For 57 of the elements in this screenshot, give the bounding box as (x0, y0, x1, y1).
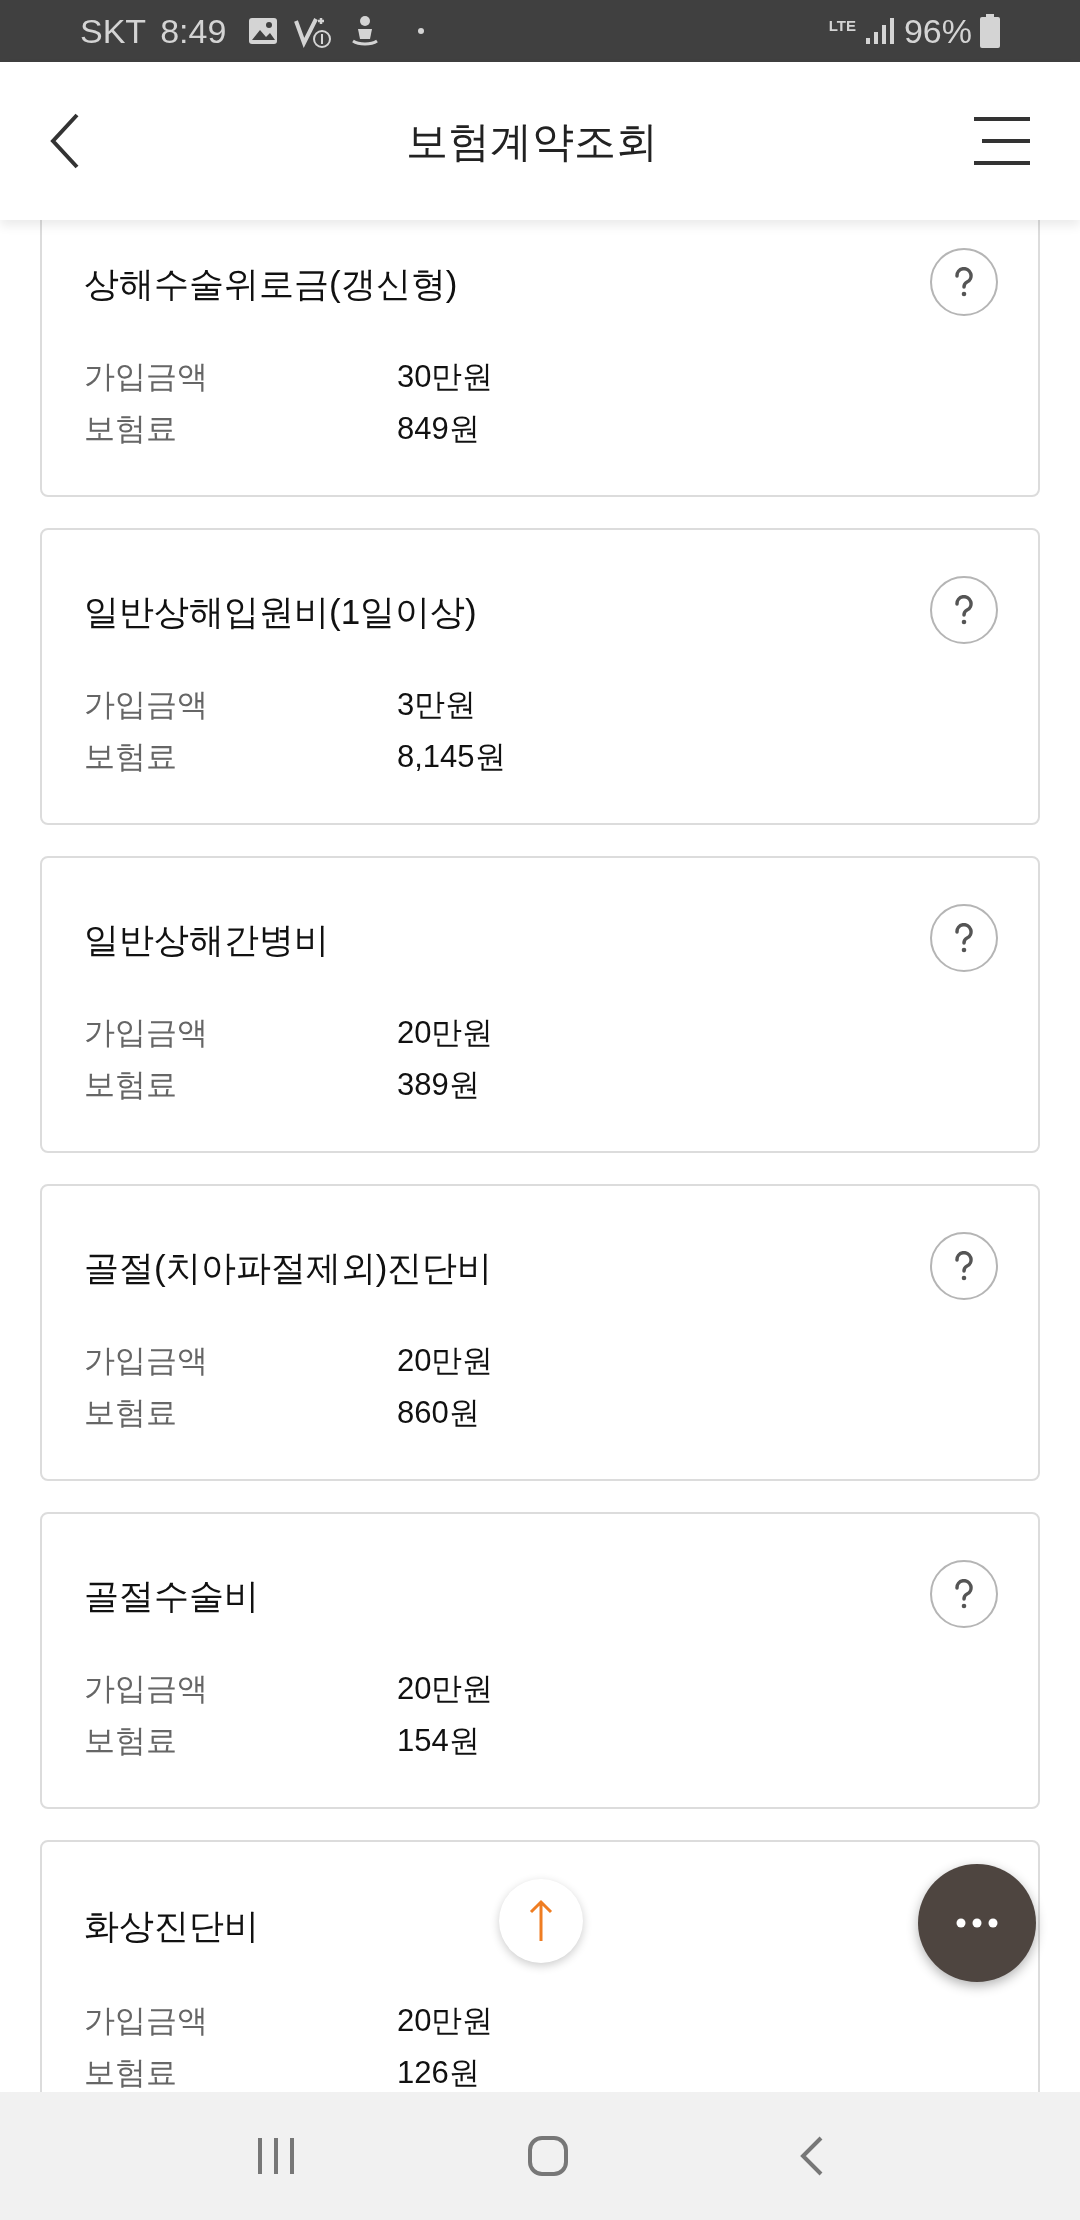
battery-icon (980, 14, 1000, 48)
up-arrow-icon (529, 1899, 553, 1943)
row-label: 보험료 (84, 1065, 178, 1104)
row-label: 가입금액 (84, 1669, 209, 1708)
page-title: 보험계약조회 (406, 116, 658, 167)
dot-icon (418, 28, 425, 34)
network-label: LTE (828, 17, 856, 33)
help-button[interactable] (930, 576, 998, 644)
coverage-title: 화상진단비 (84, 1905, 259, 1947)
more-icon (956, 1918, 998, 1928)
row-label: 보험료 (84, 1721, 178, 1760)
row-label: 보험료 (84, 1393, 178, 1432)
coverage-title: 상해수술위로금(갱신형) (84, 263, 458, 305)
coverage-title: 일반상해간병비 (84, 919, 329, 961)
question-icon (954, 1579, 974, 1609)
row-value: 3만원 (397, 685, 477, 724)
back-icon (50, 113, 80, 169)
row-value: 20만원 (397, 1669, 494, 1708)
help-button[interactable] (930, 248, 998, 316)
row-value: 849원 (397, 409, 480, 448)
row-value: 389원 (397, 1065, 480, 1104)
help-button[interactable] (930, 1560, 998, 1628)
question-icon (954, 595, 974, 625)
row-value: 126원 (397, 2053, 480, 2092)
coverage-title: 골절(치아파절제외)진단비 (84, 1247, 493, 1289)
image-icon (248, 17, 279, 45)
battery-label: 96% (903, 10, 972, 52)
row-label: 보험료 (84, 2053, 178, 2092)
row-value: 860원 (397, 1393, 480, 1432)
home-icon[interactable] (527, 2135, 569, 2177)
carrier-label: SKT (80, 10, 147, 52)
menu-icon (974, 116, 1030, 166)
row-label: 보험료 (84, 409, 178, 448)
back-nav-icon[interactable] (800, 2136, 825, 2176)
row-label: 가입금액 (84, 1341, 209, 1380)
row-value: 154원 (397, 1721, 480, 1760)
menu-button[interactable] (974, 116, 1030, 166)
help-button[interactable] (930, 1232, 998, 1300)
clock: 8:49 (160, 10, 227, 52)
coverage-title: 일반상해입원비(1일이상) (84, 591, 477, 633)
row-label: 보험료 (84, 737, 178, 776)
row-label: 가입금액 (84, 357, 209, 396)
recent-apps-icon[interactable] (255, 2136, 296, 2176)
question-icon (954, 923, 974, 953)
row-value: 20만원 (397, 1341, 494, 1380)
row-value: 30만원 (397, 357, 494, 396)
row-value: 20만원 (397, 1013, 494, 1052)
row-label: 가입금액 (84, 2001, 209, 2040)
row-label: 가입금액 (84, 1013, 209, 1052)
row-value: 8,145원 (397, 737, 506, 776)
row-value: 20만원 (397, 2001, 494, 2040)
signal-icon (863, 16, 894, 46)
help-button[interactable] (930, 904, 998, 972)
coverage-title: 골절수술비 (84, 1575, 259, 1617)
row-label: 가입금액 (84, 685, 209, 724)
question-icon (954, 267, 974, 297)
question-icon (954, 1251, 974, 1281)
